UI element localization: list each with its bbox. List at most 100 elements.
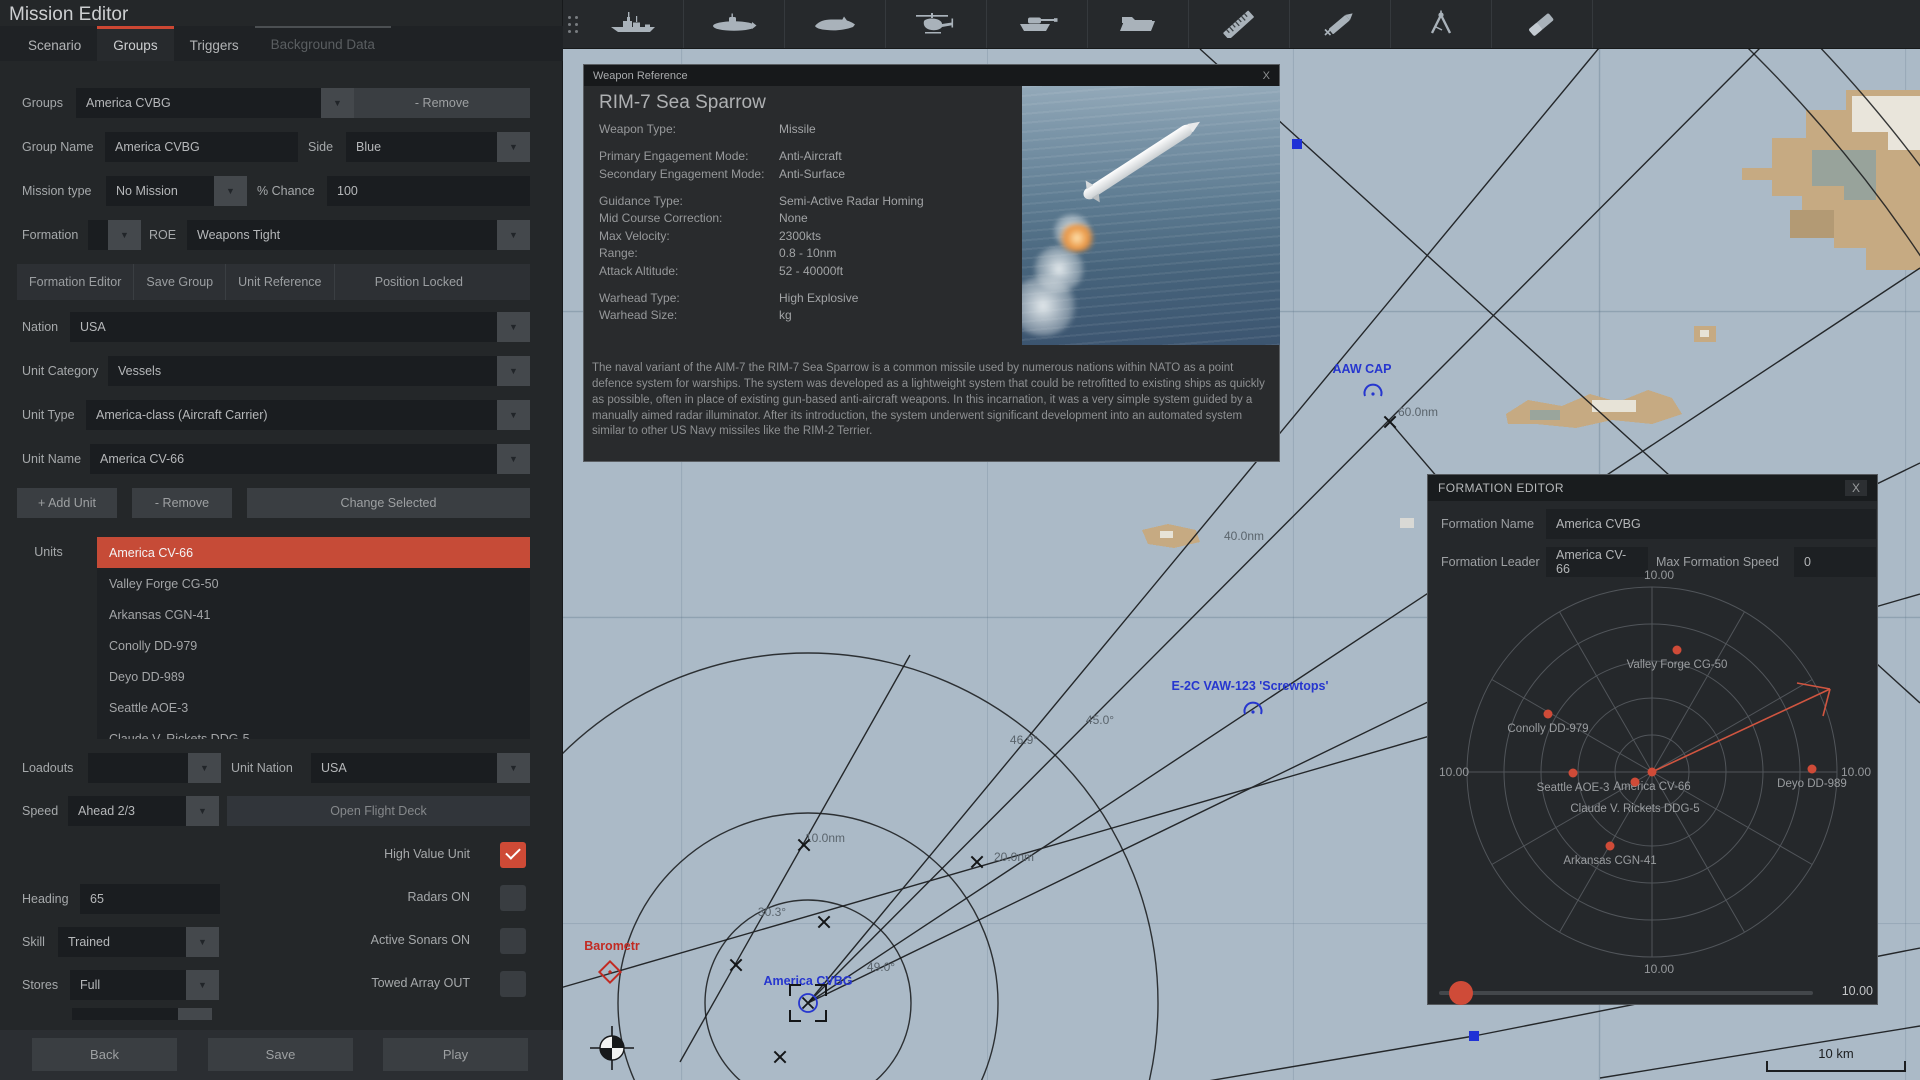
helicopter-tool-button[interactable] bbox=[886, 0, 987, 48]
unit-list-item[interactable]: Conolly DD-979 bbox=[97, 630, 530, 661]
compass-tool-button[interactable] bbox=[1391, 0, 1492, 48]
america-cvbg-unit-marker[interactable] bbox=[789, 984, 827, 1022]
map-label: 49.0° bbox=[866, 960, 896, 974]
formation-ship-dot[interactable] bbox=[1672, 645, 1682, 655]
aircraft-tool-button[interactable] bbox=[785, 0, 886, 48]
unit-nation-dropdown-button[interactable]: ▼ bbox=[497, 753, 530, 783]
speed-dropdown-button[interactable]: ▼ bbox=[186, 796, 219, 826]
formation-leader-input[interactable]: America CV-66 bbox=[1546, 547, 1648, 577]
formation-ship-dot[interactable] bbox=[1543, 709, 1553, 719]
unit-nation-select[interactable]: USA bbox=[311, 753, 497, 783]
side-select[interactable]: Blue bbox=[346, 132, 497, 162]
roe-dropdown-button[interactable]: ▼ bbox=[497, 220, 530, 250]
unit-category-select[interactable]: Vessels bbox=[108, 356, 497, 386]
weapon-reference-title: Weapon Reference bbox=[593, 69, 688, 82]
close-icon[interactable]: X bbox=[1263, 70, 1270, 82]
remove-unit-button[interactable]: - Remove bbox=[132, 488, 232, 518]
weapon-reference-titlebar[interactable]: Weapon Reference X bbox=[584, 65, 1279, 86]
remove-group-button[interactable]: - Remove bbox=[354, 88, 530, 118]
waypoint-x-marker[interactable] bbox=[729, 958, 743, 972]
tab-scenario[interactable]: Scenario bbox=[12, 26, 97, 61]
open-flight-deck-button[interactable]: Open Flight Deck bbox=[227, 796, 530, 826]
formation-editor-button[interactable]: Formation Editor bbox=[17, 264, 135, 300]
pencil-tool-button[interactable] bbox=[1290, 0, 1391, 48]
waypoint-x-marker[interactable] bbox=[1383, 415, 1397, 429]
play-button[interactable]: Play bbox=[383, 1038, 528, 1071]
add-unit-button[interactable]: + Add Unit bbox=[17, 488, 117, 518]
groups-dropdown-button[interactable]: ▼ bbox=[321, 88, 354, 118]
skill-dropdown-button[interactable]: ▼ bbox=[186, 927, 219, 957]
unit-list-item[interactable]: Arkansas CGN-41 bbox=[97, 599, 530, 630]
unit-square-marker[interactable] bbox=[1292, 139, 1302, 149]
stores-dropdown-button[interactable]: ▼ bbox=[186, 970, 219, 1000]
waypoint-x-marker[interactable] bbox=[773, 1050, 787, 1064]
save-group-button[interactable]: Save Group bbox=[134, 264, 227, 300]
position-locked-toggle[interactable]: Position Locked bbox=[363, 264, 475, 300]
side-dropdown-button[interactable]: ▼ bbox=[497, 132, 530, 162]
unit-list-item[interactable]: America CV-66 bbox=[97, 537, 530, 568]
unit-type-dropdown-button[interactable]: ▼ bbox=[497, 400, 530, 430]
tab-groups[interactable]: Groups bbox=[97, 26, 174, 61]
unit-list-item[interactable]: Seattle AOE-3 bbox=[97, 692, 530, 723]
cap-station-icon[interactable] bbox=[1241, 700, 1265, 718]
formation-name-input[interactable]: America CVBG bbox=[1546, 509, 1876, 539]
unit-category-row: Unit Category Vessels ▼ bbox=[0, 356, 563, 386]
tab-triggers[interactable]: Triggers bbox=[174, 26, 255, 61]
formation-ship-dot[interactable] bbox=[1630, 777, 1640, 787]
unit-type-select[interactable]: America-class (Aircraft Carrier) bbox=[86, 400, 497, 430]
groups-label: Groups bbox=[22, 96, 63, 110]
submarine-tool-button[interactable] bbox=[684, 0, 785, 48]
mission-type-select[interactable]: No Mission bbox=[106, 176, 214, 206]
skill-select[interactable]: Trained bbox=[58, 927, 186, 957]
barometr-diamond-marker[interactable] bbox=[597, 959, 623, 985]
speed-select[interactable]: Ahead 2/3 bbox=[68, 796, 186, 826]
loadouts-dropdown-button[interactable]: ▼ bbox=[188, 753, 221, 783]
formation-scale-slider-knob[interactable] bbox=[1449, 981, 1473, 1005]
close-icon[interactable]: X bbox=[1844, 480, 1867, 496]
ruler-tool-button[interactable] bbox=[1189, 0, 1290, 48]
stores-select[interactable]: Full bbox=[70, 970, 186, 1000]
toolbar-grip-handle[interactable] bbox=[563, 0, 583, 48]
change-selected-button[interactable]: Change Selected bbox=[247, 488, 530, 518]
unit-reference-button[interactable]: Unit Reference bbox=[226, 264, 335, 300]
back-button[interactable]: Back bbox=[32, 1038, 177, 1071]
formation-ship-dot[interactable] bbox=[1807, 764, 1817, 774]
waypoint-x-marker[interactable] bbox=[970, 855, 984, 869]
group-name-input[interactable]: America CVBG bbox=[105, 132, 298, 162]
eraser-tool-button[interactable] bbox=[1492, 0, 1593, 48]
loadouts-select[interactable] bbox=[88, 753, 188, 783]
save-button[interactable]: Save bbox=[208, 1038, 353, 1071]
unit-square-marker[interactable] bbox=[1469, 1031, 1479, 1041]
unit-list-item[interactable]: Valley Forge CG-50 bbox=[97, 568, 530, 599]
waypoint-x-marker[interactable] bbox=[817, 915, 831, 929]
nation-select[interactable]: USA bbox=[70, 312, 497, 342]
formation-dropdown-button[interactable]: ▼ bbox=[108, 220, 141, 250]
chevron-down-icon: ▼ bbox=[198, 980, 207, 990]
heading-input[interactable]: 65 bbox=[80, 884, 220, 914]
unit-list-item[interactable]: Claude V. Rickets DDG-5 bbox=[97, 723, 530, 740]
unit-name-select[interactable]: America CV-66 bbox=[90, 444, 497, 474]
unit-category-dropdown-button[interactable]: ▼ bbox=[497, 356, 530, 386]
mission-type-dropdown-button[interactable]: ▼ bbox=[214, 176, 247, 206]
cap-station-icon[interactable] bbox=[1361, 382, 1385, 400]
warship-tool-button[interactable] bbox=[583, 0, 684, 48]
roe-select[interactable]: Weapons Tight bbox=[187, 220, 497, 250]
fix-quartered-circle-marker[interactable] bbox=[589, 1025, 635, 1071]
formation-editor-titlebar[interactable]: FORMATION EDITOR X bbox=[1428, 475, 1877, 501]
unit-list-item[interactable]: Deyo DD-989 bbox=[97, 661, 530, 692]
max-formation-speed-input[interactable]: 0 bbox=[1794, 547, 1876, 577]
nation-dropdown-button[interactable]: ▼ bbox=[497, 312, 530, 342]
tank-tool-button[interactable] bbox=[987, 0, 1088, 48]
tab-background-data[interactable]: Background Data bbox=[254, 26, 391, 61]
waypoint-x-marker[interactable] bbox=[797, 838, 811, 852]
formation-ship-dot[interactable] bbox=[1605, 841, 1615, 851]
chance-input[interactable]: 100 bbox=[327, 176, 530, 206]
groups-select[interactable]: America CVBG bbox=[76, 88, 321, 118]
high-value-unit-checkbox[interactable] bbox=[500, 842, 526, 868]
formation-scale-slider-track[interactable] bbox=[1439, 991, 1813, 995]
formation-ship-dot[interactable] bbox=[1647, 767, 1657, 777]
unit-name-dropdown-button[interactable]: ▼ bbox=[497, 444, 530, 474]
formation-ship-dot[interactable] bbox=[1568, 768, 1578, 778]
folder-tool-button[interactable] bbox=[1088, 0, 1189, 48]
formation-select[interactable] bbox=[88, 220, 108, 250]
